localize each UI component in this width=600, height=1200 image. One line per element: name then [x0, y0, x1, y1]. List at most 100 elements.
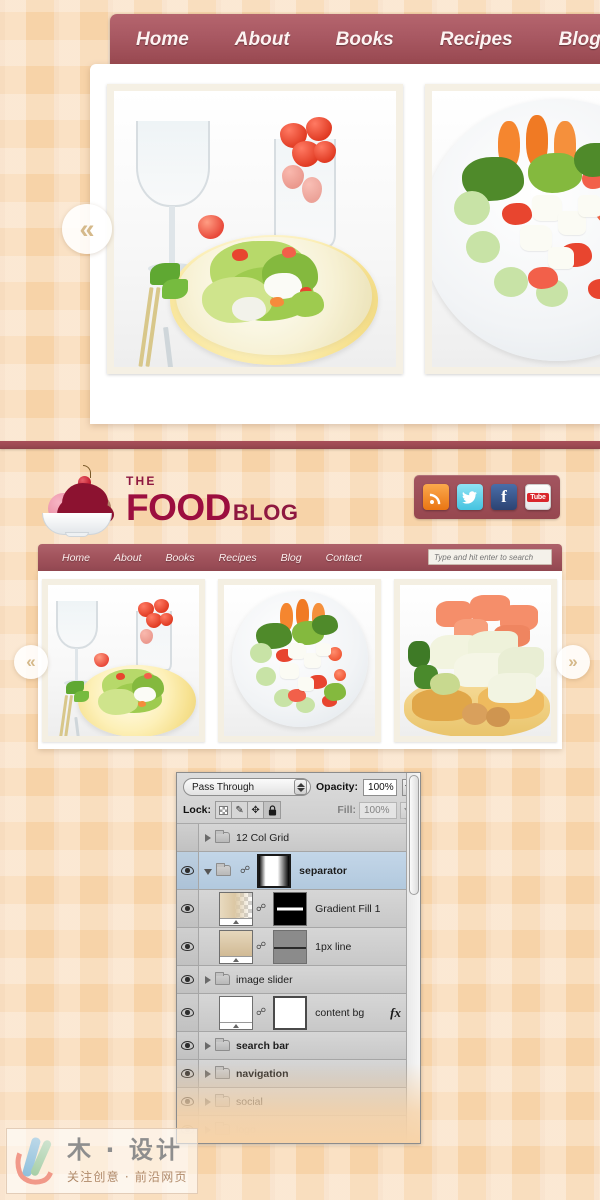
- layer-visibility-toggle[interactable]: [177, 890, 199, 927]
- link-icon[interactable]: ☍: [256, 903, 266, 914]
- youtube-icon[interactable]: Tube: [525, 484, 551, 510]
- blend-mode-select[interactable]: Pass Through: [183, 778, 311, 796]
- slider-thumb-2[interactable]: [218, 579, 381, 742]
- slider-prev-arrow[interactable]: «: [14, 645, 48, 679]
- opacity-value-field[interactable]: 100%: [363, 778, 397, 796]
- eye-icon: [181, 1008, 194, 1017]
- layer-visibility-toggle[interactable]: [177, 966, 199, 993]
- link-icon[interactable]: ☍: [240, 865, 250, 876]
- layer-thumbnail[interactable]: [219, 891, 253, 926]
- slider-next-arrow[interactable]: »: [556, 645, 590, 679]
- blend-mode-value: Pass Through: [192, 781, 255, 793]
- top-nav-item-about[interactable]: About: [235, 29, 290, 51]
- chevron-right-icon[interactable]: [205, 1125, 211, 1134]
- top-design-preview: Home About Books Recipes Blog «: [0, 0, 600, 441]
- photo-greek-salad: [432, 91, 600, 367]
- chevron-right-icon[interactable]: [205, 1097, 211, 1106]
- top-nav-item-books[interactable]: Books: [336, 29, 394, 51]
- site-nav-item-books[interactable]: Books: [165, 552, 194, 564]
- layer-visibility-toggle[interactable]: [177, 852, 199, 889]
- eye-icon: [181, 866, 194, 875]
- chevron-right-icon[interactable]: [205, 833, 211, 842]
- watermark-subtitle: 关注创意 · 前沿网页: [67, 1169, 188, 1184]
- top-preview-photo-frame-1[interactable]: [107, 84, 403, 374]
- site-nav-item-about[interactable]: About: [114, 552, 141, 564]
- watermark: 木 · 设计 关注创意 · 前沿网页: [6, 1128, 198, 1194]
- search-input[interactable]: [428, 549, 552, 565]
- layers-list: 12 Col Grid ☍ separator ☍ Gradient Fill: [177, 824, 420, 1143]
- table-row[interactable]: ☍ content bg fx: [177, 994, 420, 1032]
- table-row[interactable]: navigation: [177, 1060, 420, 1088]
- layer-mask-thumbnail[interactable]: [273, 995, 308, 1030]
- photo-greek-salad-thumb: [224, 585, 375, 736]
- fill-value-field[interactable]: 100%: [359, 801, 397, 819]
- chevron-right-icon[interactable]: [205, 1069, 211, 1078]
- logo-blog: BLOG: [232, 499, 299, 525]
- layer-mask-thumbnail[interactable]: [273, 929, 308, 964]
- slider-prev-arrow-top[interactable]: «: [62, 204, 112, 254]
- layer-visibility-toggle[interactable]: [177, 928, 199, 965]
- link-icon[interactable]: ☍: [256, 941, 266, 952]
- lock-image-pixels-icon[interactable]: ✎: [232, 802, 249, 818]
- site-nav-item-contact[interactable]: Contact: [326, 552, 362, 564]
- layer-name: navigation: [236, 1067, 289, 1080]
- layer-visibility-toggle[interactable]: [177, 1088, 199, 1115]
- chevron-right-icon[interactable]: [205, 975, 211, 984]
- layer-name: Gradient Fill 1: [315, 902, 381, 915]
- image-slider-thumbnails: [42, 579, 557, 742]
- table-row[interactable]: search bar: [177, 1032, 420, 1060]
- top-nav-item-home[interactable]: Home: [136, 29, 189, 51]
- twitter-icon[interactable]: [457, 484, 483, 510]
- photo-salad-wine-strawberries: [114, 91, 396, 367]
- rss-icon[interactable]: [423, 484, 449, 510]
- blend-mode-spinner-icon[interactable]: [294, 779, 307, 795]
- site-nav-item-home[interactable]: Home: [62, 552, 90, 564]
- table-row[interactable]: 12 Col Grid: [177, 824, 420, 852]
- table-row[interactable]: ☍ 1px line: [177, 928, 420, 966]
- eye-icon: [181, 1041, 194, 1050]
- link-icon[interactable]: ☍: [256, 1007, 266, 1018]
- layer-mask-thumbnail[interactable]: [273, 891, 308, 926]
- layer-mask-thumbnail[interactable]: [257, 853, 292, 888]
- table-row[interactable]: image slider: [177, 966, 420, 994]
- scrollbar-thumb[interactable]: [409, 775, 419, 895]
- folder-icon: [215, 830, 230, 843]
- site-navbar: Home About Books Recipes Blog Contact: [38, 544, 562, 571]
- top-nav-item-blog[interactable]: Blog: [559, 29, 600, 51]
- layers-scrollbar[interactable]: [406, 773, 420, 1143]
- eye-icon: [181, 942, 194, 951]
- table-row[interactable]: ☍ Gradient Fill 1: [177, 890, 420, 928]
- top-nav-item-recipes[interactable]: Recipes: [440, 29, 513, 51]
- lock-position-icon[interactable]: ✥: [248, 802, 265, 818]
- layer-visibility-toggle[interactable]: [177, 824, 199, 851]
- watermark-title: 木 · 设计: [67, 1135, 183, 1164]
- facebook-icon[interactable]: f: [491, 484, 517, 510]
- lock-all-icon[interactable]: [264, 802, 281, 818]
- chevron-right-icon[interactable]: [205, 1041, 211, 1050]
- site-logo[interactable]: THE FOOD BLOG: [38, 463, 298, 537]
- layer-visibility-toggle[interactable]: [177, 994, 199, 1031]
- chevron-down-icon[interactable]: [204, 868, 212, 875]
- slider-thumb-3[interactable]: [394, 579, 557, 742]
- eye-icon: [181, 1097, 194, 1106]
- site-nav-item-blog[interactable]: Blog: [281, 552, 302, 564]
- layer-name: social: [236, 1095, 263, 1108]
- folder-icon: [215, 1094, 230, 1107]
- layer-thumbnail[interactable]: [219, 995, 253, 1030]
- layer-name: image slider: [236, 973, 293, 986]
- table-row[interactable]: ☍ separator: [177, 852, 420, 890]
- site-nav-item-recipes[interactable]: Recipes: [219, 552, 257, 564]
- layer-visibility-toggle[interactable]: [177, 1032, 199, 1059]
- table-row[interactable]: logo: [177, 1116, 420, 1143]
- photo-salad-wine-strawberries-thumb: [48, 585, 199, 736]
- layer-effects-icon[interactable]: fx: [390, 1005, 401, 1021]
- watermark-logo-icon: [9, 1133, 63, 1191]
- logo-the: THE: [126, 473, 157, 488]
- lock-transparent-pixels-icon[interactable]: [216, 802, 233, 818]
- layer-thumbnail[interactable]: [219, 929, 253, 964]
- slider-thumb-1[interactable]: [42, 579, 205, 742]
- photo-flatbread-cabbage-salmon-thumb: [400, 585, 551, 736]
- table-row[interactable]: social: [177, 1088, 420, 1116]
- layer-visibility-toggle[interactable]: [177, 1060, 199, 1087]
- top-preview-photo-frame-2[interactable]: [425, 84, 600, 374]
